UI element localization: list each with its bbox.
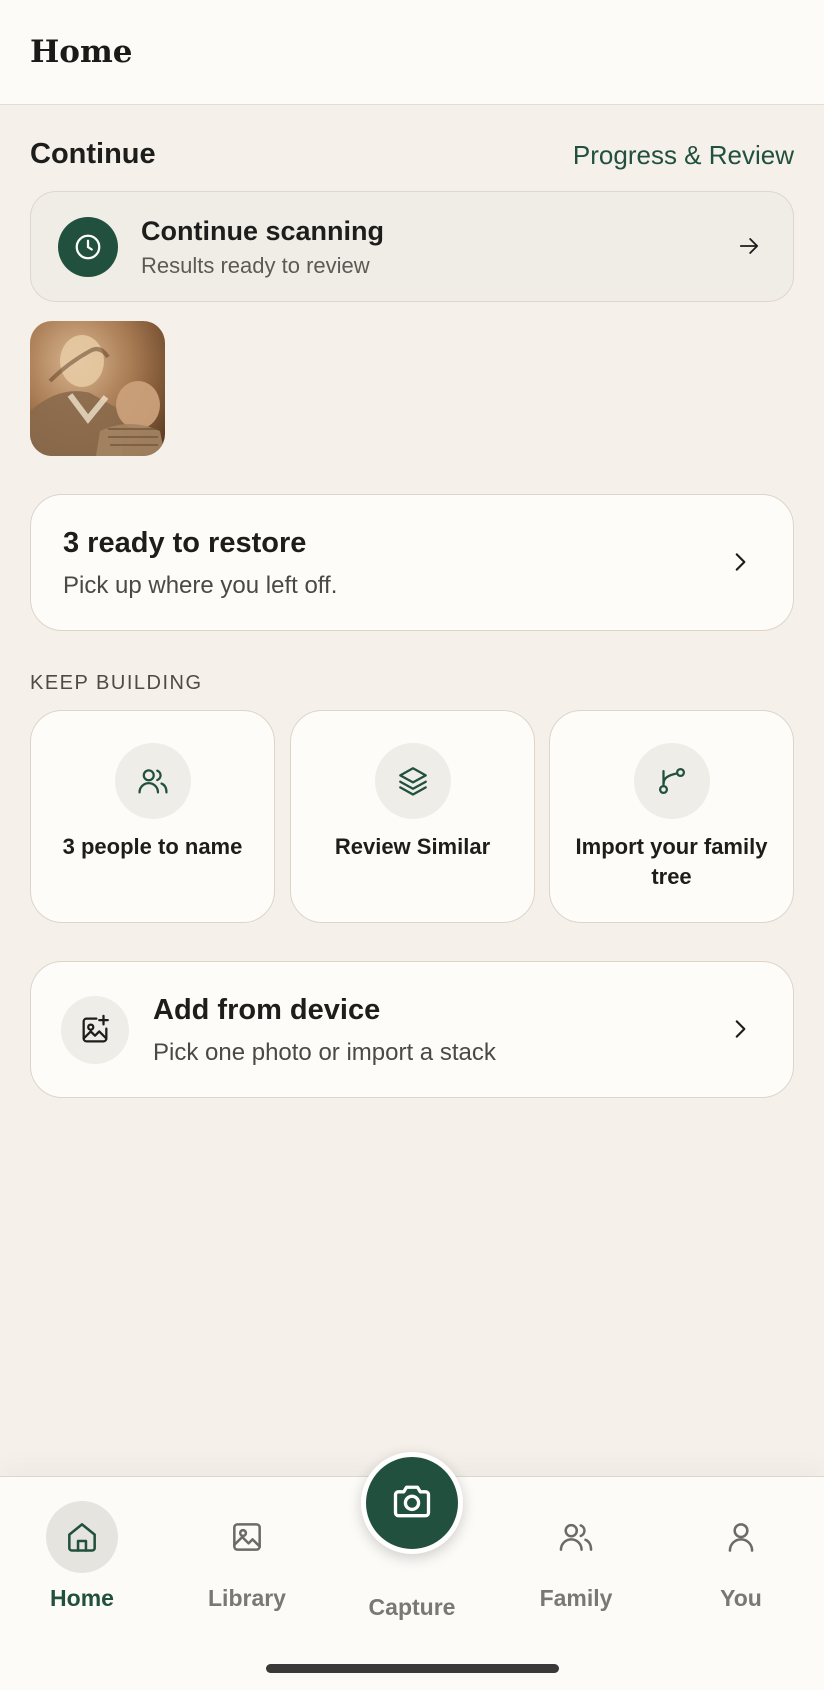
scanned-photo-thumbnail[interactable] <box>30 321 165 456</box>
tile-label-people: 3 people to name <box>62 834 243 859</box>
add-from-device-card[interactable]: Add from device Pick one photo or import… <box>30 961 794 1098</box>
device-card-subtitle: Pick one photo or import a stack <box>153 1039 496 1066</box>
tab-label-home: Home <box>50 1585 114 1611</box>
review-similar-tile[interactable]: Review Similar <box>290 710 535 923</box>
image-icon <box>211 1501 283 1573</box>
tile-label-review-similar: Review Similar <box>334 834 491 859</box>
continue-section-header: Continue Progress & Review <box>30 136 794 176</box>
continue-scanning-card[interactable]: Continue scanning Results ready to revie… <box>30 191 794 302</box>
home-icon <box>46 1501 118 1573</box>
scan-card-title: Continue scanning <box>141 216 384 246</box>
app-header: Home <box>0 0 824 105</box>
camera-icon <box>390 1479 434 1528</box>
progress-review-link[interactable]: Progress & Review <box>573 140 794 171</box>
chevron-right-icon <box>727 1016 753 1047</box>
tab-label-you: You <box>720 1585 762 1611</box>
import-family-tree-tile[interactable]: Import your family tree <box>549 710 794 923</box>
capture-button[interactable] <box>361 1452 463 1554</box>
tab-family[interactable]: Family <box>511 1501 641 1621</box>
continue-title: Continue <box>30 138 156 170</box>
tab-label-capture: Capture <box>368 1594 456 1620</box>
people-to-name-tile[interactable]: 3 people to name <box>30 710 275 923</box>
page-title: Home <box>30 34 133 70</box>
clock-icon <box>58 217 118 277</box>
restore-card-title: 3 ready to restore <box>63 527 307 559</box>
layers-icon <box>375 743 451 819</box>
restore-card-subtitle: Pick up where you left off. <box>63 572 338 599</box>
chevron-right-icon <box>727 549 753 580</box>
tab-home[interactable]: Home <box>17 1501 147 1621</box>
arrow-right-icon <box>735 232 763 265</box>
tab-label-library: Library <box>208 1585 286 1611</box>
ready-to-restore-card[interactable]: 3 ready to restore Pick up where you lef… <box>30 494 794 631</box>
tile-label-family-tree: Import your family tree <box>575 834 768 889</box>
branch-icon <box>634 743 710 819</box>
people-icon <box>115 743 191 819</box>
home-indicator <box>266 1664 559 1673</box>
tab-you[interactable]: You <box>676 1501 806 1621</box>
person-icon <box>705 1501 777 1573</box>
image-plus-icon <box>61 996 129 1064</box>
scan-card-subtitle: Results ready to review <box>141 253 370 278</box>
tab-label-family: Family <box>539 1585 613 1611</box>
keep-building-label: KEEP BUILDING <box>30 672 203 694</box>
device-card-title: Add from device <box>153 994 381 1026</box>
tab-library[interactable]: Library <box>182 1501 312 1621</box>
people-icon <box>540 1501 612 1573</box>
